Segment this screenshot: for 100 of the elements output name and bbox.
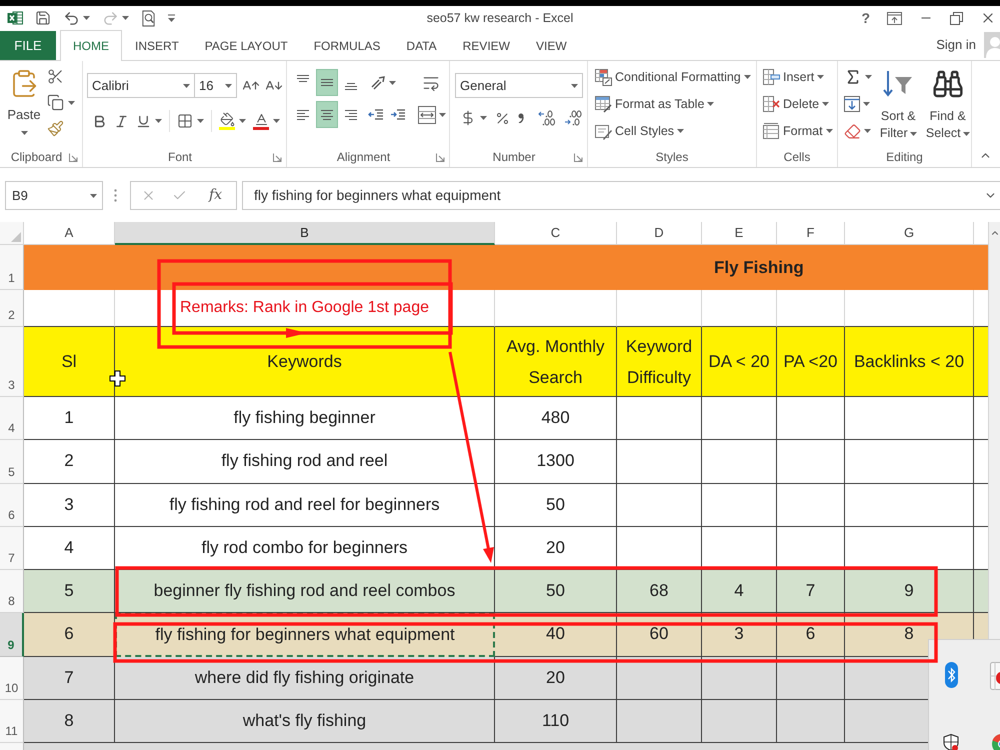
font-size-dropdown[interactable]: 16: [194, 73, 237, 98]
row-header[interactable]: 11: [0, 700, 24, 743]
round-app-icon[interactable]: [990, 734, 1000, 750]
caret-icon[interactable]: [744, 75, 751, 79]
middle-align-button[interactable]: [316, 69, 338, 96]
sort-filter-button[interactable]: Sort & Filter: [875, 68, 922, 142]
ribbon-tab[interactable]: FORMULAS: [300, 30, 394, 60]
row-header[interactable]: 9: [0, 613, 24, 656]
row-header[interactable]: 7: [0, 526, 24, 570]
row-header[interactable]: 5: [0, 440, 24, 484]
row-header[interactable]: 3: [0, 327, 24, 397]
ribbon-tab[interactable]: INSERT: [122, 30, 192, 60]
cells-menu-button[interactable]: Format: [783, 122, 823, 140]
dialog-launcher-icon[interactable]: [574, 152, 583, 162]
caret-icon[interactable]: [273, 119, 280, 123]
border-grid-icon[interactable]: [177, 113, 193, 129]
font-color-icon[interactable]: [253, 112, 269, 130]
restore-icon[interactable]: [950, 12, 963, 24]
caret-icon[interactable]: [822, 102, 830, 106]
drag-handle-icon[interactable]: [114, 189, 117, 202]
caret-icon[interactable]: [864, 129, 871, 133]
comma-icon[interactable]: [518, 113, 524, 123]
caret-icon[interactable]: [677, 129, 684, 133]
font-name-dropdown[interactable]: Calibri: [87, 73, 195, 98]
merge-cells-icon[interactable]: [418, 106, 436, 124]
row-header[interactable]: 2: [0, 290, 24, 327]
caret-icon[interactable]: [155, 119, 162, 123]
column-header[interactable]: G: [845, 222, 974, 245]
caret-icon[interactable]: [20, 131, 28, 135]
ribbon-tab[interactable]: REVIEW: [450, 30, 523, 60]
paintbrush-icon[interactable]: [47, 120, 64, 137]
caret-icon[interactable]: [571, 84, 578, 88]
help-button[interactable]: ?: [861, 11, 870, 25]
caret-icon[interactable]: [817, 75, 824, 79]
app-icon[interactable]: [990, 662, 1000, 690]
caret-icon[interactable]: [239, 119, 246, 123]
row-header[interactable]: 4: [0, 397, 24, 440]
cells-menu-button[interactable]: Insert: [783, 68, 814, 86]
caret-icon[interactable]: [480, 116, 487, 120]
caret-icon[interactable]: [439, 112, 446, 116]
name-box[interactable]: B9: [5, 181, 103, 210]
decrease-decimal-icon[interactable]: [564, 110, 582, 126]
caret-icon[interactable]: [865, 75, 872, 79]
row-header[interactable]: 10: [0, 656, 24, 700]
caret-icon[interactable]: [122, 16, 129, 20]
dialog-launcher-icon[interactable]: [69, 152, 78, 162]
caret-icon[interactable]: [83, 16, 90, 20]
underline-icon[interactable]: [136, 114, 151, 128]
ribbon-tab[interactable]: VIEW: [522, 30, 580, 60]
caret-icon[interactable]: [90, 194, 97, 198]
formula-field[interactable]: fly fishing for beginners what equipment: [242, 181, 1000, 210]
caret-icon[interactable]: [225, 84, 232, 88]
dialog-launcher-icon[interactable]: [273, 152, 282, 162]
decrease-indent-icon[interactable]: [368, 106, 384, 122]
center-align-button[interactable]: [316, 101, 338, 128]
styles-menu-button[interactable]: Conditional Formatting: [615, 68, 741, 86]
number-format-dropdown[interactable]: General: [455, 73, 583, 98]
bold-icon[interactable]: [92, 114, 107, 128]
caret-icon[interactable]: [183, 84, 190, 88]
cells-menu-button[interactable]: Delete: [783, 95, 820, 113]
bluetooth-icon[interactable]: [945, 662, 958, 688]
insert-function-button[interactable]: fx: [209, 185, 222, 206]
save-icon[interactable]: [35, 10, 51, 26]
row-header[interactable]: 6: [0, 484, 24, 527]
caret-icon[interactable]: [68, 100, 75, 104]
caret-icon[interactable]: [707, 102, 714, 106]
customize-toolbar-icon[interactable]: [168, 14, 175, 22]
styles-menu-button[interactable]: Format as Table: [615, 95, 704, 113]
column-header[interactable]: F: [777, 222, 845, 245]
paste-button[interactable]: Paste: [7, 66, 41, 137]
increase-indent-icon[interactable]: [390, 106, 406, 122]
page-magnifier-icon[interactable]: [141, 10, 156, 26]
ribbon-tab[interactable]: HOME: [60, 30, 122, 61]
ribbon-tab[interactable]: DATA: [393, 30, 450, 60]
sign-in-link[interactable]: Sign in: [936, 35, 976, 55]
dialog-launcher-icon[interactable]: [436, 152, 445, 162]
caret-icon[interactable]: [863, 102, 870, 106]
find-select-button[interactable]: Find & Select: [924, 68, 971, 142]
file-tab[interactable]: FILE: [0, 31, 56, 60]
caret-icon[interactable]: [389, 80, 396, 84]
column-header[interactable]: B: [115, 222, 495, 245]
styles-menu-button[interactable]: Cell Styles: [615, 122, 674, 140]
column-header[interactable]: D: [617, 222, 702, 245]
undo-icon[interactable]: [63, 10, 80, 26]
column-header[interactable]: A: [24, 222, 115, 245]
row-header[interactable]: 8: [0, 570, 24, 614]
eraser-icon[interactable]: [844, 122, 861, 140]
ribbon-tab[interactable]: PAGE LAYOUT: [192, 30, 301, 60]
ribbon-display-icon[interactable]: [887, 12, 902, 24]
column-header[interactable]: E: [702, 222, 777, 245]
caret-icon[interactable]: [197, 119, 204, 123]
paint-bucket-icon[interactable]: [219, 112, 235, 130]
caret-icon[interactable]: [826, 129, 833, 133]
scissors-icon[interactable]: [47, 68, 64, 85]
down-arrow-box-icon[interactable]: [844, 96, 860, 112]
caret-icon[interactable]: [962, 132, 970, 136]
percent-icon[interactable]: [495, 110, 510, 126]
shield-icon[interactable]: [943, 734, 959, 750]
copy-icon[interactable]: [47, 94, 64, 111]
diagonal-text-icon[interactable]: [370, 74, 386, 90]
